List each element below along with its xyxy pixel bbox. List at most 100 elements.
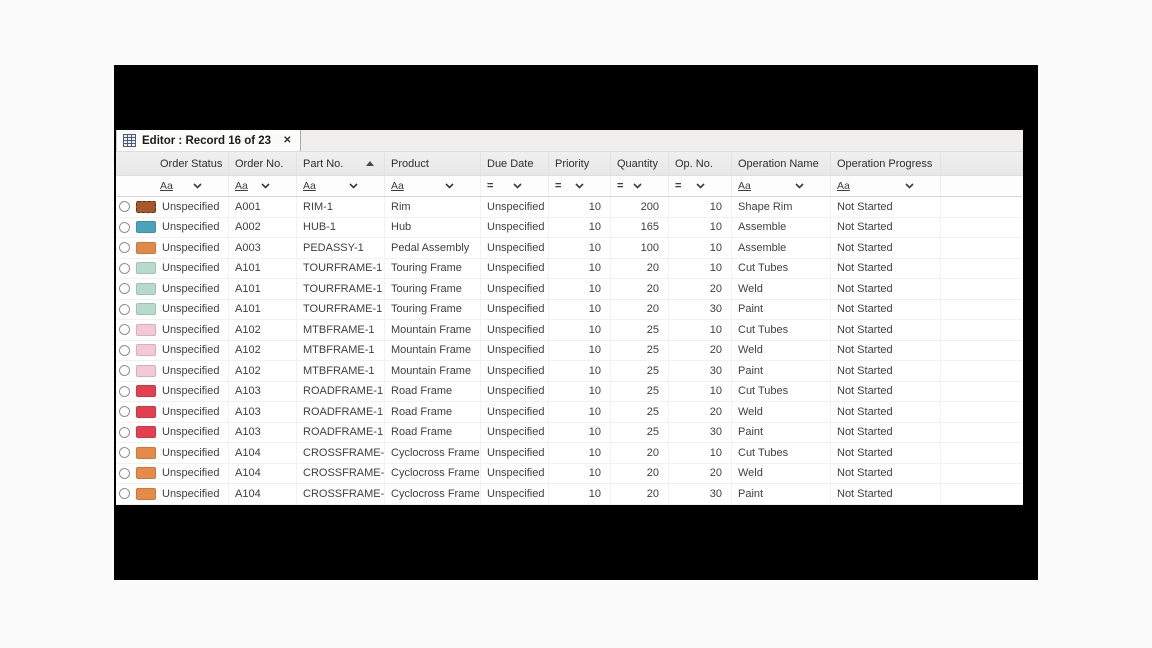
- table-row[interactable]: UnspecifiedA101TOURFRAME-1Touring FrameU…: [116, 279, 1023, 300]
- cell-part-no: ROADFRAME-1: [297, 382, 385, 402]
- column-header-priority[interactable]: Priority: [549, 152, 611, 175]
- filter-quantity[interactable]: =: [611, 176, 669, 196]
- cell-quantity: 20: [611, 484, 669, 504]
- column-header-part-no[interactable]: Part No.: [297, 152, 385, 175]
- empty-filler: [941, 300, 1023, 320]
- row-radio-button[interactable]: [119, 222, 130, 233]
- order-status-text: Unspecified: [162, 221, 219, 233]
- cell-due-date: Unspecified: [481, 341, 549, 361]
- cell-operation-name: Assemble: [732, 218, 831, 238]
- table-row[interactable]: UnspecifiedA103ROADFRAME-1Road FrameUnsp…: [116, 402, 1023, 423]
- column-header-product[interactable]: Product: [385, 152, 481, 175]
- table-row[interactable]: UnspecifiedA102MTBFRAME-1Mountain FrameU…: [116, 361, 1023, 382]
- equals-filter-icon: =: [555, 180, 560, 192]
- filter-dropdown-chevron-icon[interactable]: [795, 183, 804, 189]
- row-radio-button[interactable]: [119, 386, 130, 397]
- filter-dropdown-chevron-icon[interactable]: [349, 183, 358, 189]
- table-row[interactable]: UnspecifiedA102MTBFRAME-1Mountain FrameU…: [116, 320, 1023, 341]
- order-status-text: Unspecified: [162, 447, 219, 459]
- filter-operation-name[interactable]: Aa: [732, 176, 831, 196]
- cell-part-no: ROADFRAME-1: [297, 402, 385, 422]
- cell-due-date: Unspecified: [481, 484, 549, 504]
- cell-operation-name: Paint: [732, 300, 831, 320]
- column-header-operation-progress[interactable]: Operation Progress: [831, 152, 941, 175]
- cell-operation-name: Cut Tubes: [732, 320, 831, 340]
- column-label: Order No.: [235, 158, 283, 170]
- column-label: Due Date: [487, 158, 533, 170]
- empty-filler: [941, 176, 1023, 196]
- table-row[interactable]: UnspecifiedA103ROADFRAME-1Road FrameUnsp…: [116, 423, 1023, 444]
- table-row[interactable]: UnspecifiedA102MTBFRAME-1Mountain FrameU…: [116, 341, 1023, 362]
- column-header-due-date[interactable]: Due Date: [481, 152, 549, 175]
- filter-dropdown-chevron-icon[interactable]: [513, 183, 522, 189]
- empty-filler: [941, 484, 1023, 504]
- filter-dropdown-chevron-icon[interactable]: [261, 183, 270, 189]
- table-row[interactable]: UnspecifiedA101TOURFRAME-1Touring FrameU…: [116, 259, 1023, 280]
- filter-part-no[interactable]: Aa: [297, 176, 385, 196]
- filter-dropdown-chevron-icon[interactable]: [633, 183, 642, 189]
- filter-product[interactable]: Aa: [385, 176, 481, 196]
- table-row[interactable]: UnspecifiedA104CROSSFRAME-1Cyclocross Fr…: [116, 464, 1023, 485]
- cell-order-no: A102: [229, 361, 297, 381]
- order-status-text: Unspecified: [162, 488, 219, 500]
- cell-priority: 10: [549, 361, 611, 381]
- tab-editor[interactable]: Editor : Record 16 of 23 ✕: [116, 130, 301, 151]
- cell-order-status: Unspecified: [116, 279, 229, 299]
- table-row[interactable]: UnspecifiedA104CROSSFRAME-1Cyclocross Fr…: [116, 443, 1023, 464]
- column-header-operation-name[interactable]: Operation Name: [732, 152, 831, 175]
- row-radio-button[interactable]: [119, 365, 130, 376]
- cell-due-date: Unspecified: [481, 238, 549, 258]
- row-radio-button[interactable]: [119, 283, 130, 294]
- table-row[interactable]: UnspecifiedA104CROSSFRAME-1Cyclocross Fr…: [116, 484, 1023, 505]
- row-radio-button[interactable]: [119, 427, 130, 438]
- row-radio-button[interactable]: [119, 263, 130, 274]
- filter-operation-progress[interactable]: Aa: [831, 176, 941, 196]
- table-row[interactable]: UnspecifiedA101TOURFRAME-1Touring FrameU…: [116, 300, 1023, 321]
- cell-quantity: 20: [611, 464, 669, 484]
- column-header-op-no[interactable]: Op. No.: [669, 152, 732, 175]
- cell-order-no: A102: [229, 320, 297, 340]
- filter-op-no[interactable]: =: [669, 176, 732, 196]
- row-radio-button[interactable]: [119, 304, 130, 315]
- row-radio-button[interactable]: [119, 324, 130, 335]
- column-label: Operation Progress: [837, 158, 932, 170]
- row-radio-button[interactable]: [119, 242, 130, 253]
- cell-order-status: Unspecified: [116, 300, 229, 320]
- row-radio-button[interactable]: [119, 406, 130, 417]
- cell-priority: 10: [549, 402, 611, 422]
- tab-close-icon[interactable]: ✕: [283, 135, 291, 146]
- row-radio-button[interactable]: [119, 201, 130, 212]
- filter-dropdown-chevron-icon[interactable]: [696, 183, 705, 189]
- filter-priority[interactable]: =: [549, 176, 611, 196]
- table-row[interactable]: UnspecifiedA001RIM-1RimUnspecified102001…: [116, 197, 1023, 218]
- row-radio-button[interactable]: [119, 447, 130, 458]
- cell-product: Cyclocross Frame: [385, 484, 481, 504]
- filter-order-status[interactable]: Aa: [116, 176, 229, 196]
- row-radio-button[interactable]: [119, 345, 130, 356]
- table-row[interactable]: UnspecifiedA002HUB-1HubUnspecified101651…: [116, 218, 1023, 239]
- filter-dropdown-chevron-icon[interactable]: [445, 183, 454, 189]
- filter-due-date[interactable]: =: [481, 176, 549, 196]
- cell-operation-name: Cut Tubes: [732, 443, 831, 463]
- empty-filler: [941, 152, 1023, 175]
- filter-order-no[interactable]: Aa: [229, 176, 297, 196]
- filter-dropdown-chevron-icon[interactable]: [193, 183, 202, 189]
- row-radio-button[interactable]: [119, 468, 130, 479]
- cell-operation-progress: Not Started: [831, 259, 941, 279]
- order-status-text: Unspecified: [162, 324, 219, 336]
- empty-filler: [941, 341, 1023, 361]
- cell-priority: 10: [549, 279, 611, 299]
- row-radio-button[interactable]: [119, 488, 130, 499]
- cell-operation-progress: Not Started: [831, 361, 941, 381]
- cell-order-no: A003: [229, 238, 297, 258]
- filter-dropdown-chevron-icon[interactable]: [905, 183, 914, 189]
- table-row[interactable]: UnspecifiedA003PEDASSY-1Pedal AssemblyUn…: [116, 238, 1023, 259]
- column-header-order-status[interactable]: Order Status: [116, 152, 229, 175]
- filter-dropdown-chevron-icon[interactable]: [575, 183, 584, 189]
- column-header-order-no[interactable]: Order No.: [229, 152, 297, 175]
- column-header-quantity[interactable]: Quantity: [611, 152, 669, 175]
- table-row[interactable]: UnspecifiedA103ROADFRAME-1Road FrameUnsp…: [116, 382, 1023, 403]
- empty-filler: [941, 464, 1023, 484]
- text-filter-icon: Aa: [391, 180, 404, 192]
- cell-product: Pedal Assembly: [385, 238, 481, 258]
